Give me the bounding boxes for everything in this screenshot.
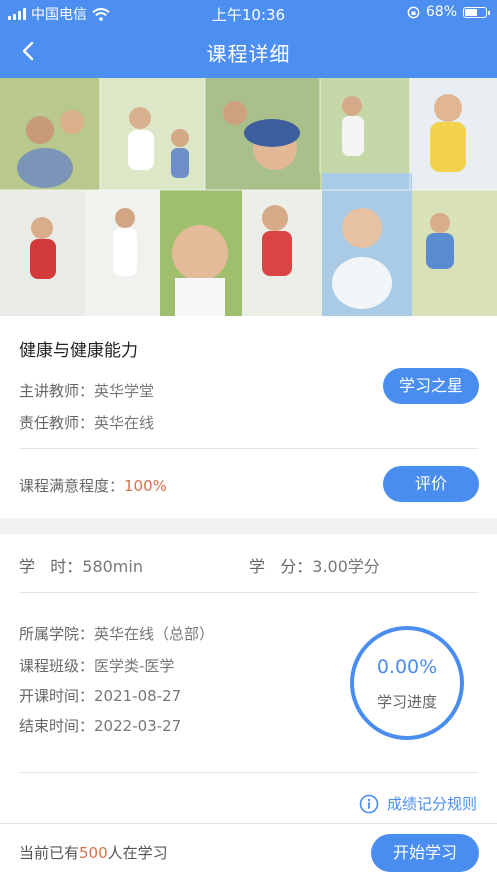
lead-teacher-label: 主讲教师： <box>19 382 95 400</box>
learners-prefix: 当前已有 <box>19 844 80 862</box>
orientation-lock-icon <box>407 6 420 18</box>
satisfaction-label: 课程满意程度： <box>19 477 125 495</box>
scoring-rules-label: 成绩记分规则 <box>386 795 477 813</box>
battery-percent: 68% <box>425 4 457 20</box>
learners-count: 500 <box>79 844 108 862</box>
college-value: 英华在线（总部） <box>94 625 215 643</box>
footer-bar: 当前已有500人在学习 开始学习 <box>0 823 497 883</box>
scoring-rules-link[interactable]: 成绩记分规则 <box>359 793 477 814</box>
progress-ring <box>350 626 464 740</box>
learners-count-text: 当前已有500人在学习 <box>19 842 168 863</box>
hours-row: 学 时：580min <box>19 553 143 577</box>
hours-value: 580min <box>82 557 143 576</box>
progress-label: 学习进度 <box>376 693 437 711</box>
review-button[interactable]: 评价 <box>383 466 479 502</box>
divider <box>19 772 478 773</box>
end-date-value: 2022-03-27 <box>94 717 182 735</box>
start-date-label: 开课时间： <box>19 687 95 705</box>
divider <box>19 448 478 449</box>
credits-row: 学 分：3.00学分 <box>249 553 380 577</box>
credits-label: 学 分： <box>249 557 313 576</box>
end-date-row: 结束时间：2022-03-27 <box>19 715 181 736</box>
course-info-section: 健康与健康能力 主讲教师：英华学堂 责任教师：英华在线 学习之星 课程满意程度：… <box>0 316 497 518</box>
end-date-label: 结束时间： <box>19 717 95 735</box>
class-row: 课程班级：医学类-医学 <box>19 655 174 676</box>
status-bar: 中国电信 上午10:36 68% <box>0 0 497 26</box>
responsible-teacher-row: 责任教师：英华在线 <box>19 412 154 433</box>
lead-teacher-row: 主讲教师：英华学堂 <box>19 380 154 401</box>
responsible-teacher-value: 英华在线 <box>94 414 155 432</box>
study-star-button[interactable]: 学习之星 <box>383 368 479 404</box>
responsible-teacher-label: 责任教师： <box>19 414 95 432</box>
class-value: 医学类-医学 <box>94 657 175 675</box>
course-details-section: 学 时：580min 学 分：3.00学分 所属学院：英华在线（总部） 课程班级… <box>0 534 497 824</box>
credits-value: 3.00学分 <box>312 557 380 576</box>
start-learning-button[interactable]: 开始学习 <box>371 834 479 872</box>
info-circle-icon <box>359 794 379 813</box>
course-banner-image <box>0 78 497 316</box>
learners-suffix: 人在学习 <box>107 844 168 862</box>
hours-label: 学 时： <box>19 557 83 576</box>
header: 中国电信 上午10:36 68% 课程详细 <box>0 0 497 78</box>
course-title: 健康与健康能力 <box>19 341 138 361</box>
start-date-row: 开课时间：2021-08-27 <box>19 685 181 706</box>
lead-teacher-value: 英华学堂 <box>94 382 155 400</box>
page-title: 课程详细 <box>206 42 291 66</box>
battery-icon <box>463 6 490 18</box>
section-separator <box>0 518 497 534</box>
divider <box>19 592 478 593</box>
satisfaction-value: 100% <box>124 477 167 495</box>
college-row: 所属学院：英华在线（总部） <box>19 623 214 644</box>
progress-value: 0.00% <box>376 656 438 678</box>
class-label: 课程班级： <box>19 657 95 675</box>
start-date-value: 2021-08-27 <box>94 687 182 705</box>
satisfaction-row: 课程满意程度：100% <box>19 475 167 496</box>
college-label: 所属学院： <box>19 625 95 643</box>
